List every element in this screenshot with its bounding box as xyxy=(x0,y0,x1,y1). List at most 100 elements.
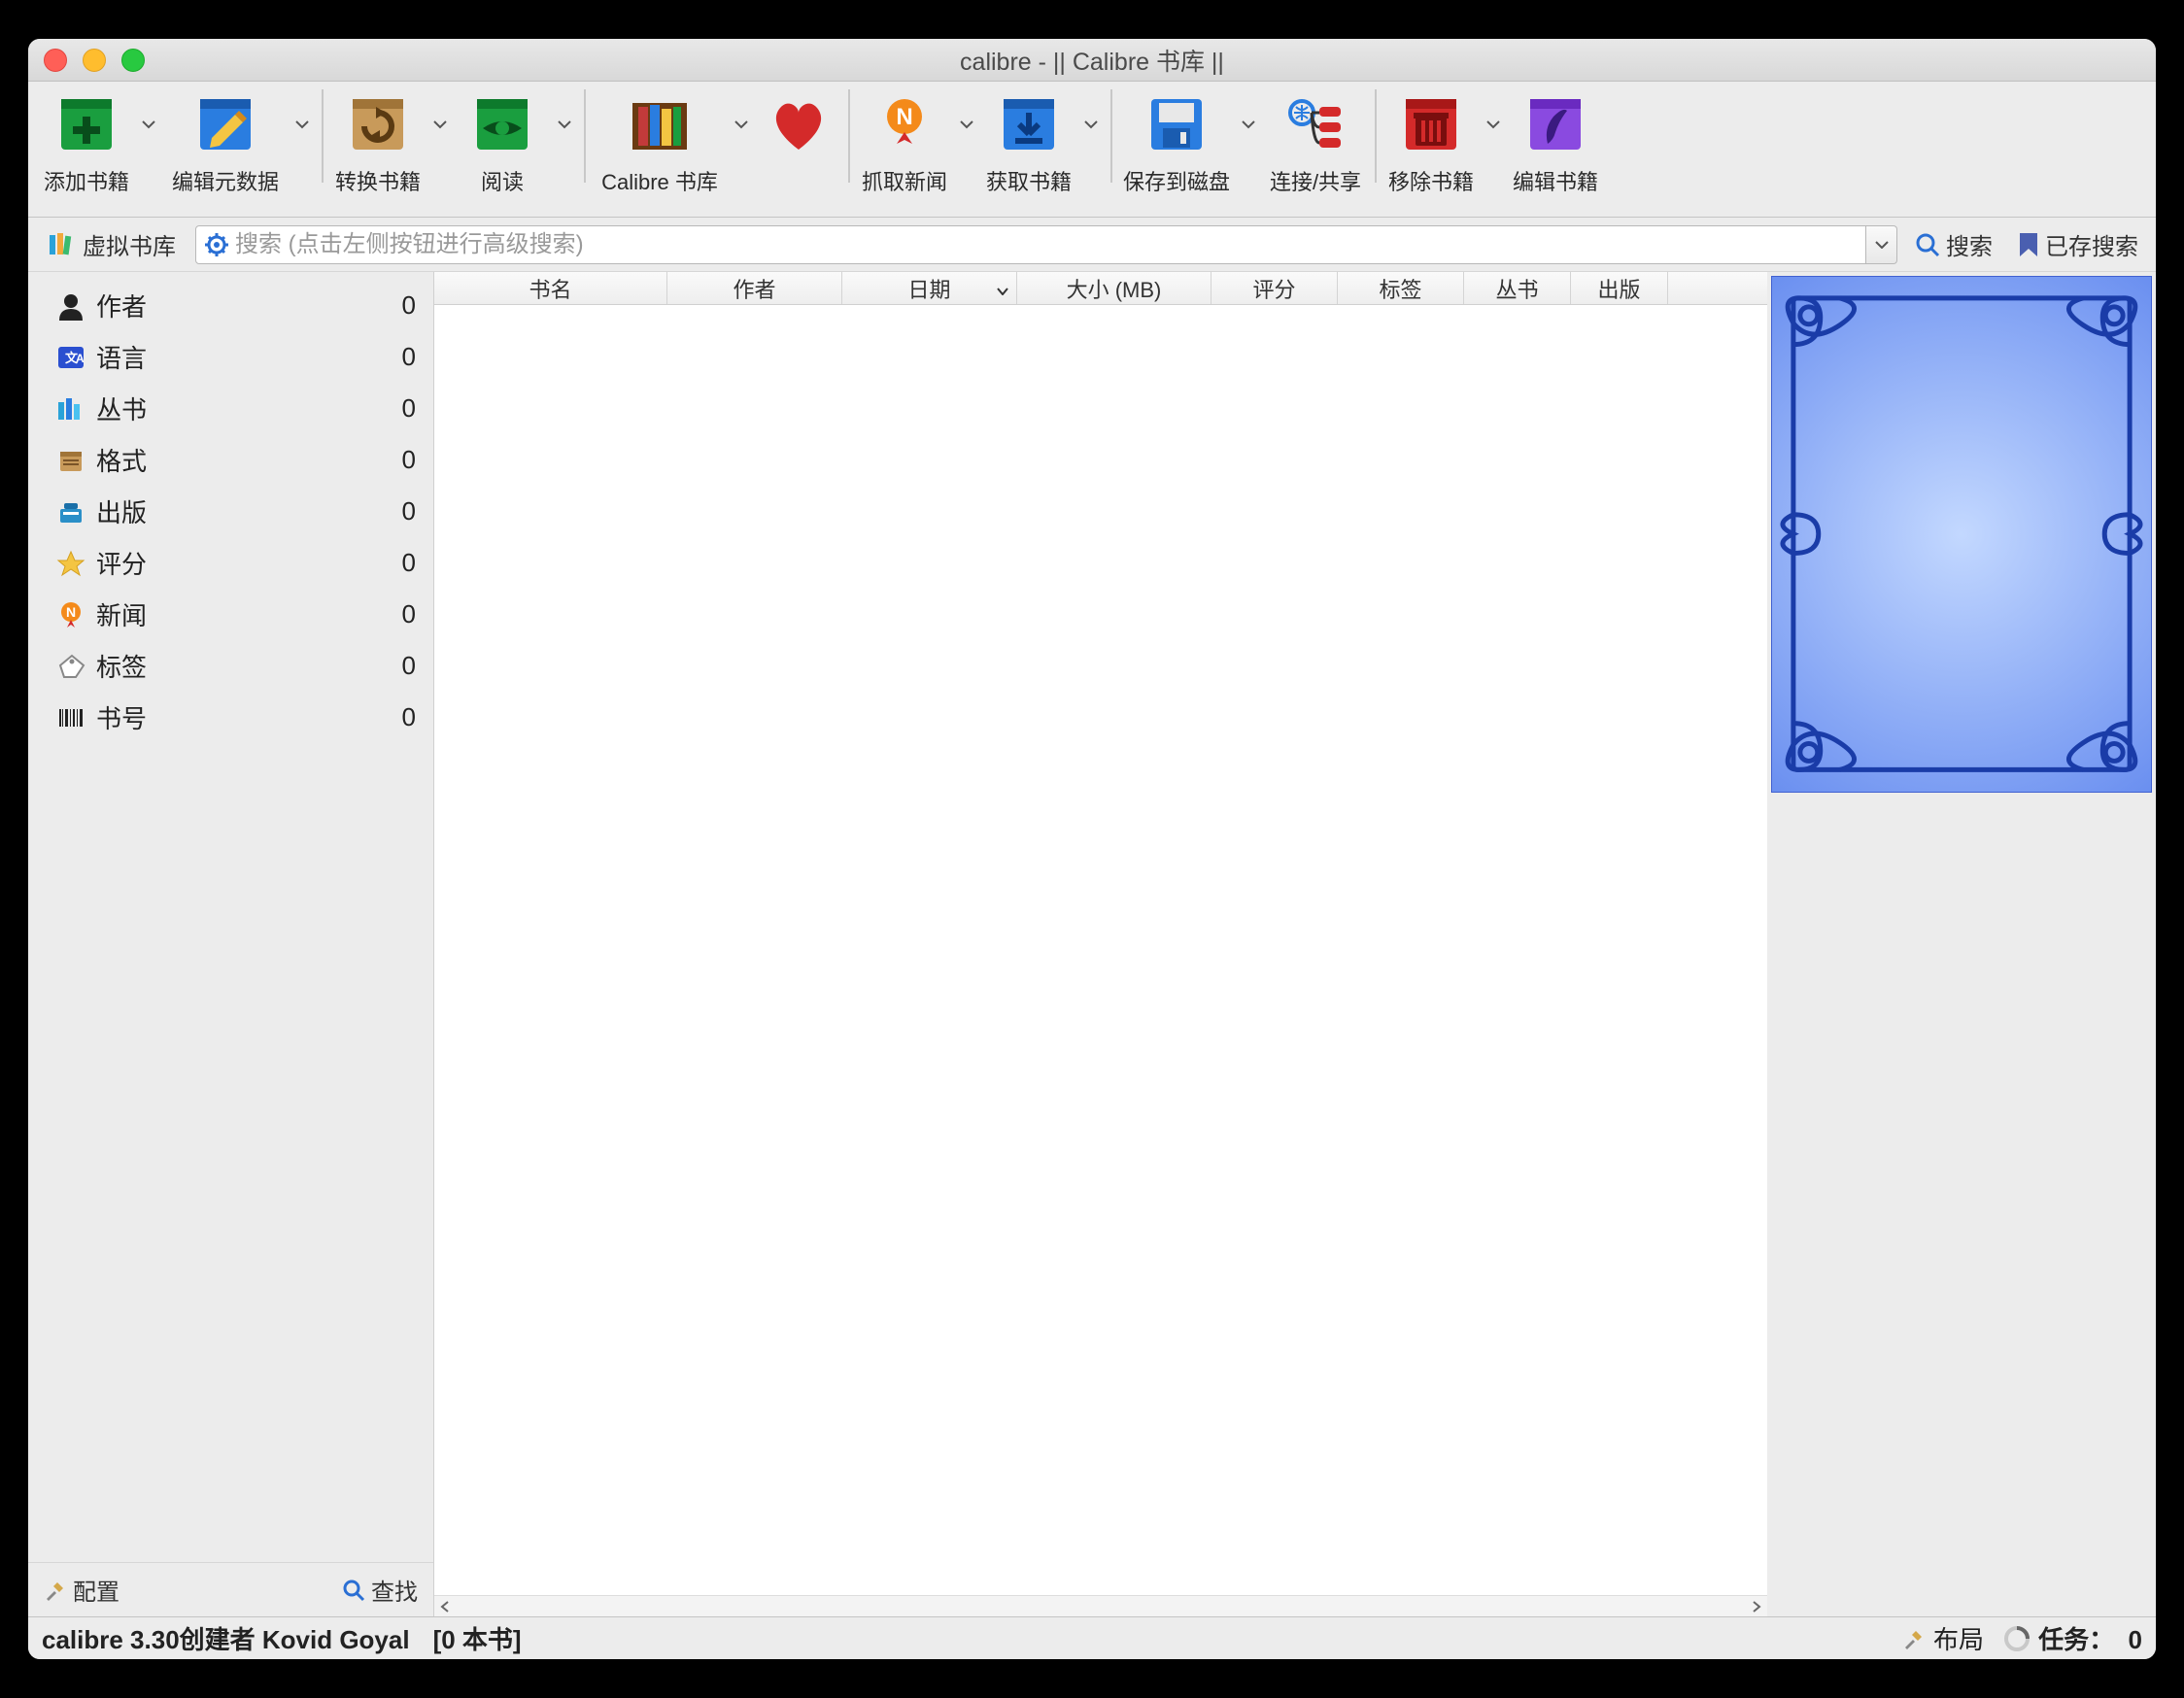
calibre-library-button[interactable]: Calibre 书库 xyxy=(592,89,728,196)
category-formats[interactable]: 格式0 xyxy=(28,434,433,486)
edit-metadata-dropdown[interactable] xyxy=(289,89,316,159)
category-series[interactable]: 丛书0 xyxy=(28,383,433,434)
save-to-disk-button[interactable]: 保存到磁盘 xyxy=(1118,89,1235,196)
svg-text:N: N xyxy=(896,104,912,130)
convert-books-icon xyxy=(343,89,413,159)
category-languages[interactable]: 文A语言0 xyxy=(28,331,433,383)
donate-icon xyxy=(764,89,834,159)
category-label: 作者 xyxy=(96,288,402,323)
column-title[interactable]: 书名 xyxy=(434,272,667,304)
get-books-dropdown[interactable] xyxy=(1077,89,1105,159)
donate-button[interactable] xyxy=(755,89,842,165)
edit-metadata-button[interactable]: 编辑元数据 xyxy=(162,89,289,196)
default-cover[interactable] xyxy=(1771,276,2152,793)
table-header: 书名作者日期大小 (MB)评分标签丛书出版 xyxy=(434,272,1767,305)
remove-books-button[interactable]: 移除书籍 xyxy=(1382,89,1480,196)
category-label: 书号 xyxy=(96,699,402,735)
category-identifiers[interactable]: 书号0 xyxy=(28,692,433,743)
column-tags[interactable]: 标签 xyxy=(1338,272,1464,304)
category-authors[interactable]: 作者0 xyxy=(28,280,433,331)
edit-book-button[interactable]: 编辑书籍 xyxy=(1507,89,1604,196)
authors-icon xyxy=(55,290,86,322)
search-input[interactable] xyxy=(235,231,1858,258)
minimize-button[interactable] xyxy=(83,49,106,72)
search-button[interactable]: 搜索 xyxy=(1907,223,2000,265)
column-series[interactable]: 丛书 xyxy=(1464,272,1571,304)
category-count: 0 xyxy=(402,702,416,732)
category-ratings[interactable]: 评分0 xyxy=(28,537,433,589)
connect-share-button[interactable]: 连接/共享 xyxy=(1262,89,1369,196)
status-book-count: [0 本书] xyxy=(433,1620,522,1656)
layout-button[interactable]: 布局 xyxy=(1902,1620,1984,1656)
remove-books-dropdown[interactable] xyxy=(1480,89,1507,159)
virtual-library-button[interactable]: 虚拟书库 xyxy=(38,223,186,265)
sidebar-footer: 配置 查找 xyxy=(28,1562,433,1616)
scroll-left-icon[interactable] xyxy=(434,1596,456,1617)
spinner-icon xyxy=(2003,1625,2030,1652)
column-rating[interactable]: 评分 xyxy=(1211,272,1338,304)
svg-text:N: N xyxy=(66,604,76,620)
fetch-news-button[interactable]: N 抓取新闻 xyxy=(856,89,953,196)
get-books-button[interactable]: 获取书籍 xyxy=(980,89,1077,196)
scroll-right-icon[interactable] xyxy=(1746,1596,1767,1617)
gear-icon[interactable] xyxy=(204,232,229,257)
save-to-disk-label: 保存到磁盘 xyxy=(1123,165,1230,196)
column-pub[interactable]: 出版 xyxy=(1571,272,1668,304)
horizontal-scrollbar[interactable] xyxy=(434,1595,1767,1616)
search-dropdown[interactable] xyxy=(1866,225,1897,264)
category-count: 0 xyxy=(402,342,416,372)
save-to-disk-dropdown[interactable] xyxy=(1235,89,1262,159)
category-publishers[interactable]: 出版0 xyxy=(28,486,433,537)
category-count: 0 xyxy=(402,548,416,578)
statusbar: calibre 3.30创建者 Kovid Goyal [0 本书] 布局 任务… xyxy=(28,1616,2156,1659)
convert-books-button[interactable]: 转换书籍 xyxy=(329,89,427,196)
category-tags[interactable]: 标签0 xyxy=(28,640,433,692)
category-label: 丛书 xyxy=(96,391,402,426)
maximize-button[interactable] xyxy=(121,49,145,72)
save-to-disk-icon xyxy=(1142,89,1211,159)
saved-searches-button[interactable]: 已存搜索 xyxy=(2010,223,2146,265)
books-icon xyxy=(48,231,75,258)
calibre-library-icon xyxy=(625,89,695,159)
edit-metadata-label: 编辑元数据 xyxy=(172,165,279,196)
add-books-button[interactable]: 添加书籍 xyxy=(38,89,135,196)
convert-books-dropdown[interactable] xyxy=(427,89,454,159)
column-author[interactable]: 作者 xyxy=(667,272,842,304)
remove-books-label: 移除书籍 xyxy=(1388,165,1474,196)
category-count: 0 xyxy=(402,496,416,526)
book-list: 书名作者日期大小 (MB)评分标签丛书出版 xyxy=(434,272,1767,1616)
edit-metadata-icon xyxy=(190,89,260,159)
publishers-icon xyxy=(55,496,86,527)
jobs-button[interactable]: 任务： 0 xyxy=(2003,1620,2142,1656)
searchbar: 虚拟书库 搜索 已存搜索 xyxy=(28,218,2156,272)
fetch-news-dropdown[interactable] xyxy=(953,89,980,159)
tools-icon xyxy=(1902,1627,1926,1650)
titlebar: calibre - || Calibre 书库 || xyxy=(28,39,2156,82)
search-field-wrap xyxy=(195,225,1866,264)
category-news[interactable]: N新闻0 xyxy=(28,589,433,640)
close-button[interactable] xyxy=(44,49,67,72)
category-count: 0 xyxy=(402,599,416,629)
category-label: 语言 xyxy=(96,339,402,375)
tag-browser: 作者0文A语言0丛书0格式0出版0评分0N新闻0标签0书号0 配置 查找 xyxy=(28,272,434,1616)
calibre-library-dropdown[interactable] xyxy=(728,89,755,159)
formats-icon xyxy=(55,445,86,476)
fetch-news-label: 抓取新闻 xyxy=(862,165,947,196)
column-date[interactable]: 日期 xyxy=(842,272,1017,304)
category-label: 出版 xyxy=(96,493,402,529)
ratings-icon xyxy=(55,548,86,579)
column-size[interactable]: 大小 (MB) xyxy=(1017,272,1211,304)
search-icon xyxy=(342,1579,365,1602)
search-icon xyxy=(1915,232,1940,257)
connect-share-label: 连接/共享 xyxy=(1270,165,1361,196)
add-books-dropdown[interactable] xyxy=(135,89,162,159)
view-dropdown[interactable] xyxy=(551,89,578,159)
book-details xyxy=(1767,272,2156,1616)
identifiers-icon xyxy=(55,702,86,733)
window-title: calibre - || Calibre 书库 || xyxy=(28,43,2156,78)
convert-books-label: 转换书籍 xyxy=(335,165,421,196)
view-button[interactable]: 阅读 xyxy=(454,89,551,196)
find-button[interactable]: 查找 xyxy=(342,1573,418,1607)
configure-button[interactable]: 配置 xyxy=(44,1573,119,1607)
traffic-lights xyxy=(44,49,145,72)
